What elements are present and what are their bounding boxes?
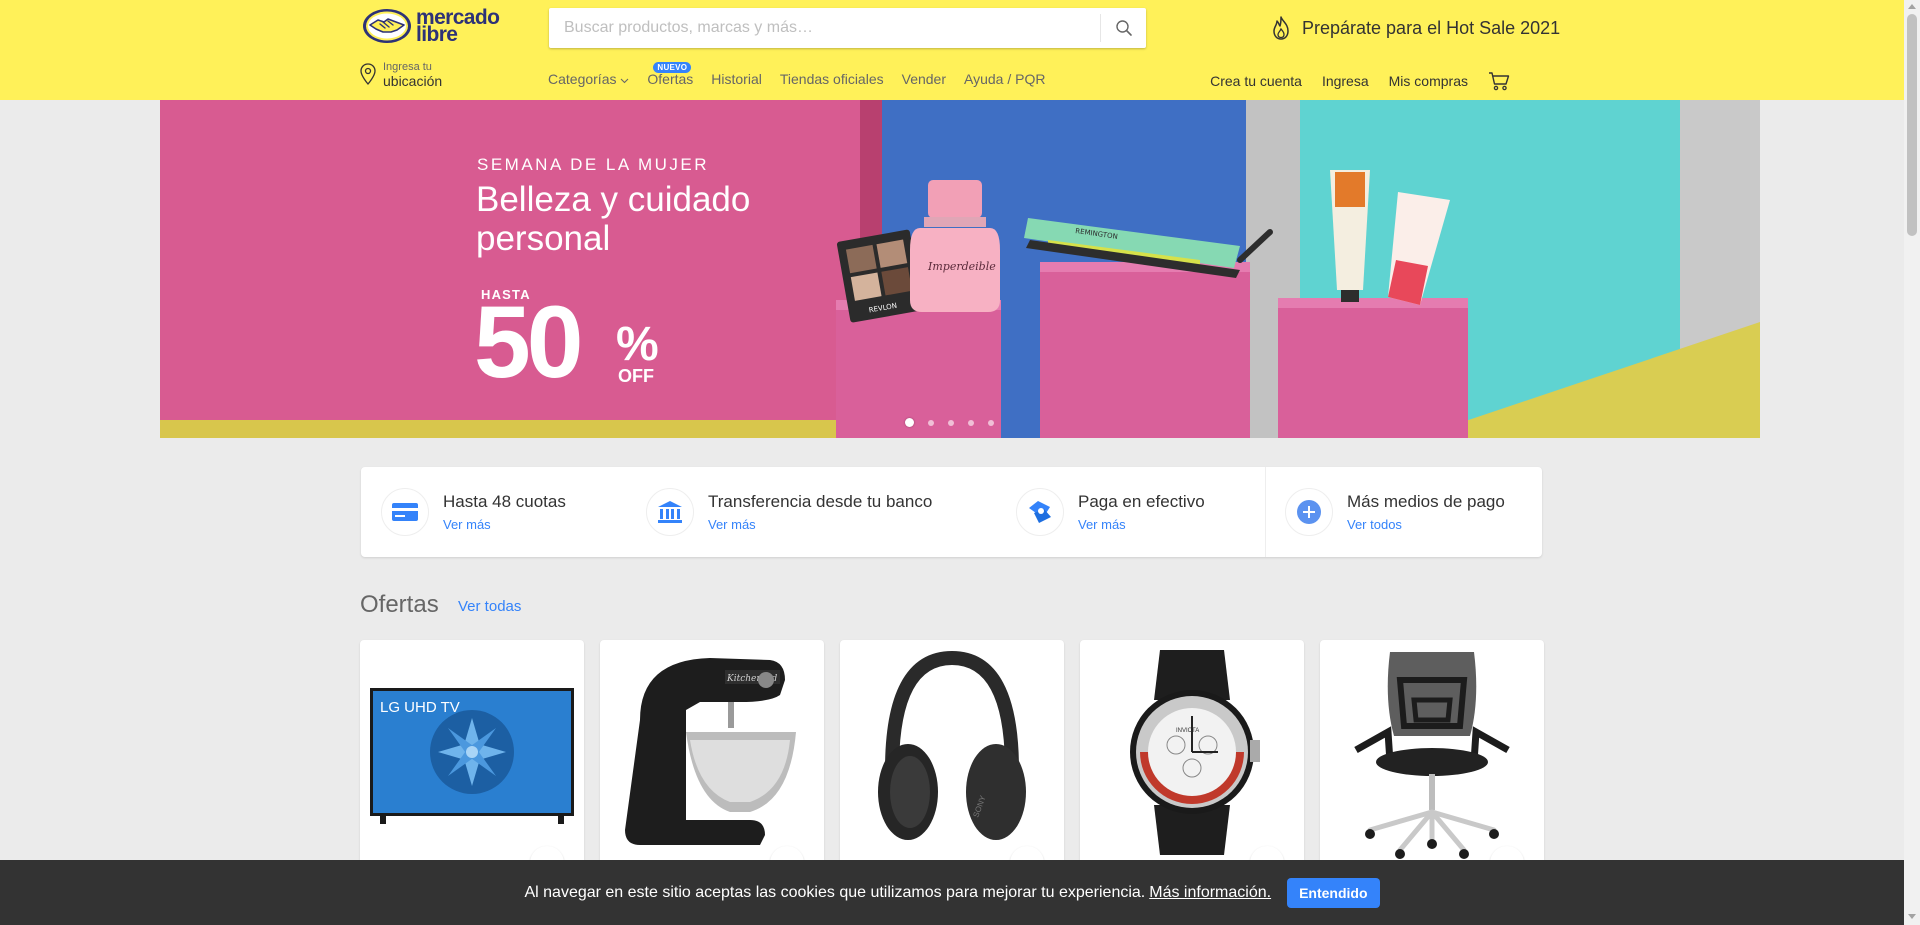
tv-label: LG UHD TV bbox=[380, 699, 460, 716]
hero-percent-sign: % bbox=[616, 318, 659, 371]
carousel-dot-1[interactable] bbox=[905, 418, 914, 427]
logo-text: mercado libre bbox=[416, 7, 500, 46]
new-badge: NUEVO bbox=[653, 62, 692, 73]
offers-title: Ofertas bbox=[360, 591, 439, 618]
payment-icon-wrap bbox=[646, 488, 694, 536]
offer-card-chair[interactable] bbox=[1320, 640, 1544, 880]
hero-banner[interactable]: REVLON Imperdeible REMINGTON SEMANA DE L… bbox=[160, 100, 1760, 438]
user-nav: Crea tu cuenta Ingresa Mis compras bbox=[1190, 71, 1510, 91]
scroll-up-icon[interactable] bbox=[1908, 4, 1916, 9]
payment-divider bbox=[1265, 467, 1266, 557]
hero-kicker: SEMANA DE LA MUJER bbox=[477, 155, 710, 174]
cart-icon bbox=[1489, 72, 1510, 91]
plus-circle-icon bbox=[1297, 500, 1321, 524]
location-hint: Ingresa tu bbox=[383, 61, 432, 73]
offer-card-tv[interactable]: LG UHD TV bbox=[360, 640, 584, 880]
payment-methods: Hasta 48 cuotas Ver más Transferencia de… bbox=[361, 467, 1542, 557]
hero-off: OFF bbox=[618, 366, 654, 386]
payment-icon-wrap bbox=[381, 488, 429, 536]
nav-categorias[interactable]: Categorías bbox=[548, 71, 629, 87]
offer-card-watch[interactable]: INVICTA bbox=[1080, 640, 1304, 880]
hero-title: Belleza y cuidado personal bbox=[476, 180, 751, 258]
perfume-text: Imperdeible bbox=[927, 260, 996, 273]
scroll-down-icon[interactable] bbox=[1908, 914, 1916, 919]
payment-icon-wrap bbox=[1016, 488, 1064, 536]
search-bar bbox=[549, 8, 1146, 48]
payment-link[interactable]: Ver más bbox=[708, 517, 932, 532]
nav-categorias-label: Categorías bbox=[548, 71, 617, 87]
my-purchases-link[interactable]: Mis compras bbox=[1389, 73, 1468, 89]
hero-discount-number: 50 bbox=[474, 285, 583, 399]
mixer-image: KitchenAid bbox=[625, 658, 796, 845]
header: mercado libre Prepárate para el Hot Sale… bbox=[0, 0, 1904, 100]
cookie-text: Al navegar en este sitio aceptas las coo… bbox=[524, 883, 1146, 901]
location-label: ubicación bbox=[383, 73, 443, 89]
promo-text: Prepárate para el Hot Sale 2021 bbox=[1302, 17, 1561, 38]
handshake-logo-icon bbox=[363, 9, 411, 43]
hero-artwork: REVLON Imperdeible REMINGTON bbox=[160, 100, 1760, 438]
location-pin-icon bbox=[360, 63, 376, 85]
mercadolibre-logo[interactable]: mercado libre bbox=[362, 7, 500, 46]
watch-label: INVICTA bbox=[1176, 728, 1199, 734]
main-nav: Categorías NUEVO Ofertas Historial Tiend… bbox=[548, 62, 1063, 87]
payment-link[interactable]: Ver todos bbox=[1347, 517, 1505, 532]
cart-button[interactable] bbox=[1488, 71, 1510, 91]
payment-icon-wrap bbox=[1285, 488, 1333, 536]
payment-cuotas[interactable]: Hasta 48 cuotas Ver más bbox=[381, 467, 566, 557]
search-button[interactable] bbox=[1100, 14, 1146, 42]
logo-line2: libre bbox=[416, 23, 458, 46]
cash-icon bbox=[1029, 501, 1051, 523]
flame-icon bbox=[1273, 16, 1289, 40]
login-link[interactable]: Ingresa bbox=[1322, 73, 1369, 89]
carousel-dot-5[interactable] bbox=[988, 419, 994, 426]
location-selector[interactable]: Ingresa tu ubicación bbox=[359, 60, 442, 88]
payment-efectivo[interactable]: Paga en efectivo Ver más bbox=[1016, 467, 1205, 557]
payment-title: Transferencia desde tu banco bbox=[708, 492, 933, 511]
nav-vender[interactable]: Vender bbox=[902, 71, 946, 87]
carousel-dot-3[interactable] bbox=[948, 419, 954, 426]
payment-mas-medios[interactable]: Más medios de pago Ver todos bbox=[1285, 467, 1505, 557]
cookie-accept-button[interactable]: Entendido bbox=[1287, 877, 1380, 908]
carousel-dots bbox=[905, 418, 994, 427]
nav-ofertas-label: Ofertas bbox=[647, 71, 694, 87]
nav-tiendas-oficiales[interactable]: Tiendas oficiales bbox=[780, 71, 884, 87]
bank-icon bbox=[658, 501, 682, 523]
offer-card-mixer[interactable]: KitchenAid bbox=[600, 640, 824, 880]
tv-image: LG UHD TV bbox=[370, 688, 574, 824]
scrollbar-thumb[interactable] bbox=[1907, 14, 1917, 236]
credit-card-icon bbox=[392, 503, 418, 521]
create-account-link[interactable]: Crea tu cuenta bbox=[1210, 73, 1302, 89]
offer-card-headphones[interactable]: SONY bbox=[840, 640, 1064, 880]
payment-link[interactable]: Ver más bbox=[443, 517, 566, 532]
watch-image: INVICTA bbox=[1130, 650, 1260, 855]
page-scrollbar[interactable] bbox=[1904, 0, 1920, 925]
payment-title: Más medios de pago bbox=[1347, 492, 1505, 511]
payment-title: Paga en efectivo bbox=[1078, 492, 1205, 511]
cookie-banner: Al navegar en este sitio aceptas las coo… bbox=[0, 860, 1904, 925]
cookie-more-info-link[interactable]: Más información. bbox=[1149, 884, 1271, 902]
payment-transferencia[interactable]: Transferencia desde tu banco Ver más bbox=[646, 467, 932, 557]
nav-ayuda[interactable]: Ayuda / PQR bbox=[964, 71, 1045, 87]
search-icon bbox=[1115, 20, 1132, 36]
carousel-dot-4[interactable] bbox=[968, 419, 974, 426]
payment-title: Hasta 48 cuotas bbox=[443, 492, 566, 511]
offers-see-all-link[interactable]: Ver todas bbox=[458, 598, 521, 615]
carousel-dot-2[interactable] bbox=[928, 419, 934, 426]
nav-historial[interactable]: Historial bbox=[711, 71, 762, 87]
chevron-down-icon bbox=[620, 78, 629, 84]
search-input[interactable] bbox=[549, 8, 1100, 48]
headphones-image: SONY bbox=[878, 650, 1026, 840]
nav-ofertas[interactable]: NUEVO Ofertas bbox=[647, 62, 694, 87]
payment-link[interactable]: Ver más bbox=[1078, 517, 1205, 532]
chair-image bbox=[1354, 652, 1510, 859]
hot-sale-promo[interactable]: Prepárate para el Hot Sale 2021 bbox=[1270, 15, 1560, 41]
